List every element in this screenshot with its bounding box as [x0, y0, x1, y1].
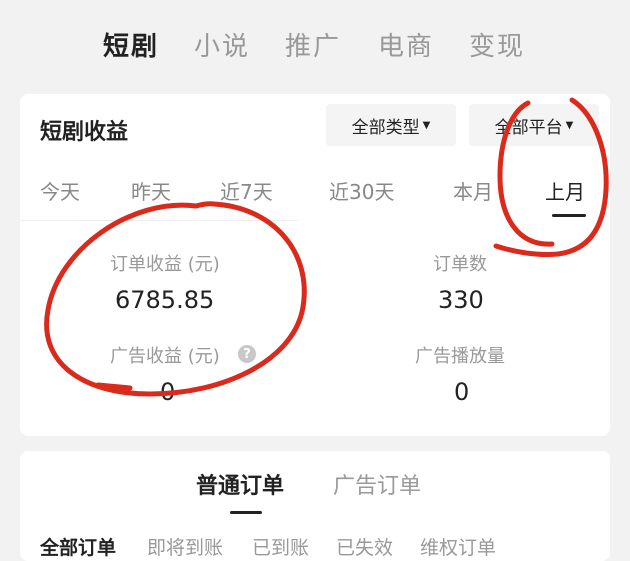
range-tab-this-month[interactable]: 本月: [453, 176, 493, 205]
earnings-title: 短剧收益: [40, 120, 129, 145]
platform-filter-dropdown[interactable]: 全部平台 ▼: [469, 104, 599, 146]
filter-all-orders[interactable]: 全部订单: [40, 533, 116, 560]
ad-income-value: 0: [160, 378, 176, 406]
ad-plays-value: 0: [454, 378, 470, 406]
range-tab-7days[interactable]: 近7天: [220, 176, 273, 205]
order-count-value: 330: [438, 286, 484, 314]
type-filter-dropdown[interactable]: 全部类型 ▼: [326, 104, 456, 146]
caret-down-icon: ▼: [565, 119, 574, 131]
tab-ecommerce[interactable]: 电商: [378, 26, 434, 63]
filter-expired[interactable]: 已失效: [336, 533, 393, 560]
order-income-label: 订单收益 (元): [110, 254, 220, 275]
active-range-indicator: [552, 214, 586, 217]
range-tab-last-month[interactable]: 上月: [545, 176, 585, 205]
top-tab-bar: 短剧 小说 推广 电商 变现: [0, 0, 630, 90]
question-circle-icon[interactable]: ?: [238, 345, 256, 363]
range-divider: [20, 220, 298, 221]
order-income-value: 6785.85: [115, 286, 215, 314]
orders-card: 普通订单 广告订单 全部订单 即将到账 已到账 已失效 维权订单: [20, 451, 610, 561]
ad-income-label: 广告收益 (元): [110, 346, 220, 367]
tab-ad-orders[interactable]: 广告订单: [333, 468, 421, 500]
range-tab-today[interactable]: 今天: [40, 176, 80, 205]
active-order-tab-indicator: [230, 511, 262, 514]
tab-monetize[interactable]: 变现: [469, 26, 525, 63]
filter-dispute[interactable]: 维权订单: [420, 533, 496, 560]
range-tab-yesterday[interactable]: 昨天: [131, 176, 171, 205]
tab-promotion[interactable]: 推广: [285, 26, 341, 63]
type-filter-label: 全部类型: [351, 117, 420, 138]
tab-short-drama[interactable]: 短剧: [103, 26, 159, 63]
filter-received[interactable]: 已到账: [252, 533, 309, 560]
tab-normal-orders[interactable]: 普通订单: [196, 468, 284, 500]
platform-filter-label: 全部平台: [494, 117, 563, 138]
tab-novel[interactable]: 小说: [194, 26, 250, 63]
earnings-card: 短剧收益 全部类型 ▼ 全部平台 ▼ 今天 昨天 近7天 近30天 本月 上月 …: [20, 94, 610, 436]
ad-plays-label: 广告播放量: [415, 346, 505, 367]
range-tab-30days[interactable]: 近30天: [329, 176, 394, 205]
caret-down-icon: ▼: [422, 119, 431, 131]
filter-pending[interactable]: 即将到账: [147, 533, 223, 560]
order-count-label: 订单数: [433, 254, 487, 275]
